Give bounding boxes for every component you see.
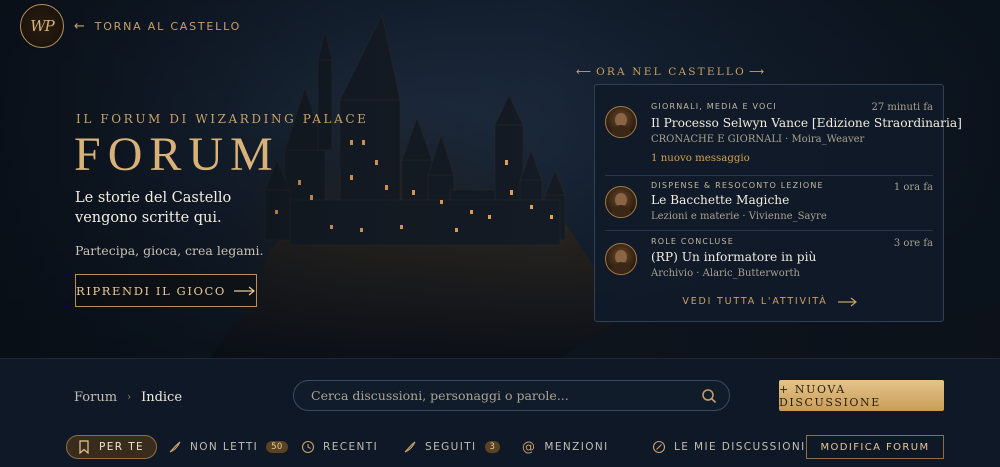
hero-tagline: Le storie del Castello vengono scritte q… <box>75 190 232 226</box>
activity-item[interactable]: ROLE CONCLUSE 3 ore fa (RP) Un informato… <box>605 231 933 286</box>
activity-category: DISPENSE & RESOCONTO LEZIONE <box>651 181 824 190</box>
resume-button-label: RIPRENDI IL GIOCO <box>76 283 226 298</box>
hero-subtext: Partecipa, gioca, crea legami. <box>75 243 264 258</box>
chevron-right-icon: › <box>127 392 132 403</box>
tab-label: NON LETTI <box>190 441 259 453</box>
back-to-castle-link[interactable]: ← TORNA AL CASTELLO <box>74 18 241 34</box>
activity-category: ROLE CONCLUSE <box>651 237 735 246</box>
tab-menzioni[interactable]: @ MENZIONI <box>522 435 609 459</box>
tab-recenti[interactable]: RECENTI <box>301 435 378 459</box>
activity-item[interactable]: GIORNALI, MEDIA E VOCI 27 minuti fa Il P… <box>605 96 962 176</box>
activity-meta[interactable]: CRONACHE E GIORNALI · Moira_Weaver <box>651 134 864 145</box>
activity-meta[interactable]: Lezioni e materie · Vivienne_Sayre <box>651 211 827 222</box>
at-icon: @ <box>522 439 537 455</box>
breadcrumb: Forum › Indice <box>74 390 182 405</box>
arrow-right-icon <box>233 286 255 295</box>
search-bar[interactable] <box>293 380 730 411</box>
activity-time: 27 minuti fa <box>871 102 933 113</box>
feather-icon <box>404 441 416 453</box>
activity-item[interactable]: DISPENSE & RESOCONTO LEZIONE 1 ora fa Le… <box>605 176 933 231</box>
tab-label: PER TE <box>99 441 145 453</box>
tab-le-mie-discussioni[interactable]: LE MIE DISCUSSIONI <box>652 435 806 459</box>
hero-subtitle: IL FORUM DI WIZARDING PALACE <box>76 112 369 126</box>
edit-forum-button[interactable]: MODIFICA FORUM <box>806 435 944 459</box>
search-icon[interactable] <box>701 388 717 404</box>
tab-seguiti[interactable]: SEGUITI 3 <box>403 435 501 459</box>
arrow-right-icon <box>837 297 857 306</box>
activity-title[interactable]: Le Bacchette Magiche <box>651 193 789 207</box>
avatar <box>605 243 637 275</box>
see-all-label: VEDI TUTTA L'ATTIVITÀ <box>682 296 828 307</box>
activity-time: 1 ora fa <box>893 182 933 193</box>
followed-count-badge: 3 <box>484 441 501 453</box>
arrow-right-icon[interactable]: ⟶ <box>749 66 766 78</box>
activity-title[interactable]: Il Processo Selwyn Vance [Edizione Strao… <box>651 116 962 130</box>
activity-time: 3 ore fa <box>893 238 933 249</box>
see-all-activity-link[interactable]: VEDI TUTTA L'ATTIVITÀ <box>595 296 945 307</box>
activity-title[interactable]: (RP) Un informatore in più <box>651 250 816 264</box>
feather-icon <box>169 441 181 453</box>
activity-meta[interactable]: Archivio · Alaric_Butterworth <box>651 268 800 279</box>
now-in-castle-header: ⟵ ORA NEL CASTELLO ⟶ <box>576 66 766 78</box>
resume-game-button[interactable]: RIPRENDI IL GIOCO <box>75 274 257 307</box>
activity-category: GIORNALI, MEDIA E VOCI <box>651 102 777 111</box>
tab-per-te[interactable]: PER TE <box>66 435 158 459</box>
unread-count-badge: 50 <box>266 441 288 453</box>
new-message-link[interactable]: 1 nuovo messaggio <box>651 153 750 164</box>
bookmark-icon <box>79 440 89 454</box>
arrow-left-icon: ← <box>74 18 87 34</box>
clock-icon <box>301 440 315 454</box>
avatar <box>605 106 637 138</box>
quill-circle-icon <box>652 440 666 454</box>
page-title: FORUM <box>74 128 280 181</box>
search-input[interactable] <box>311 388 701 403</box>
tab-label: SEGUITI <box>425 441 477 453</box>
activity-panel: GIORNALI, MEDIA E VOCI 27 minuti fa Il P… <box>594 84 962 322</box>
forum-tabs: PER TE NON LETTI 50 RECENTI SEGUITI 3 @ <box>66 435 946 459</box>
tab-label: LE MIE DISCUSSIONI <box>674 441 806 453</box>
breadcrumb-index: Indice <box>141 390 183 405</box>
back-link-label: TORNA AL CASTELLO <box>94 19 242 33</box>
avatar <box>605 186 637 218</box>
tab-label: MENZIONI <box>544 441 609 453</box>
forum-toolbar: Forum › Indice + NUOVA DISCUSSIONE PER T… <box>0 358 1000 467</box>
now-in-castle-label: ORA NEL CASTELLO <box>596 66 746 78</box>
breadcrumb-forum[interactable]: Forum <box>74 390 117 405</box>
new-discussion-button[interactable]: + NUOVA DISCUSSIONE <box>779 380 944 411</box>
tab-non-letti[interactable]: NON LETTI 50 <box>168 435 288 459</box>
arrow-left-icon[interactable]: ⟵ <box>576 66 593 78</box>
tab-label: RECENTI <box>323 441 379 453</box>
wp-logo[interactable]: WP <box>20 4 64 48</box>
